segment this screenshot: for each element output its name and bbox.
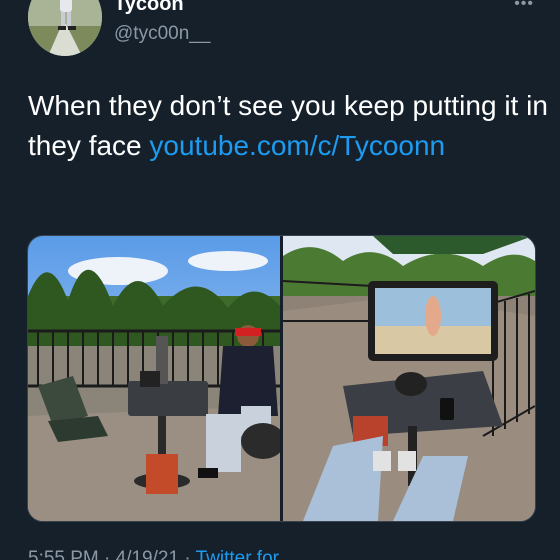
display-name[interactable]: Tycoon <box>114 0 184 16</box>
tweet-timestamp[interactable]: 5:55 PM · 4/19/21 · <box>28 548 196 560</box>
tweet-source[interactable]: Twitter for <box>196 548 279 560</box>
photo-1[interactable] <box>28 236 280 521</box>
avatar-photo <box>28 0 102 56</box>
more-options-icon[interactable]: ••• <box>514 0 534 12</box>
media-gallery <box>27 235 536 522</box>
tweet-view: Tycoon @tyc00n__ ••• When they don’t see… <box>0 0 560 560</box>
avatar[interactable] <box>28 0 102 56</box>
photo-icon <box>283 236 535 521</box>
tweet-text: When they don’t see you keep putting it … <box>28 86 548 166</box>
photo-icon <box>28 236 280 521</box>
photo-2[interactable] <box>283 236 535 521</box>
tweet-link[interactable]: youtube.com/c/Tycoonn <box>149 130 445 161</box>
tweet-metadata: 5:55 PM · 4/19/21 · Twitter for <box>28 548 279 560</box>
user-handle[interactable]: @tyc00n__ <box>114 22 210 46</box>
